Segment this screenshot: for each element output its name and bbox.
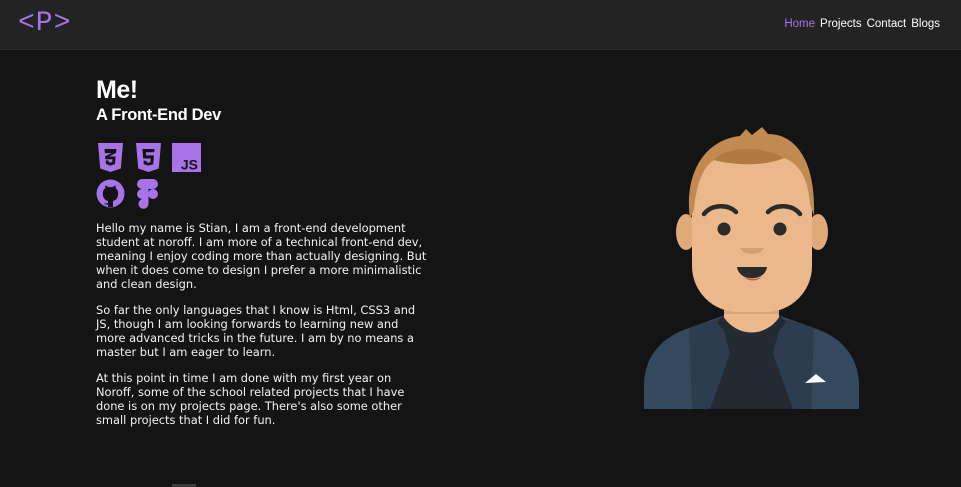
html5-icon xyxy=(134,142,163,173)
navbar: <P> Home Projects Contact Blogs xyxy=(0,0,961,50)
nav-link-blogs[interactable]: Blogs xyxy=(911,18,940,30)
bio-paragraph: Hello my name is Stian, I am a front-end… xyxy=(96,221,427,291)
svg-text:JS: JS xyxy=(181,157,198,173)
about-section: Me! A Front-End Dev JS Hello my name is … xyxy=(96,76,426,439)
css3-icon xyxy=(96,142,125,173)
nav-link-contact[interactable]: Contact xyxy=(867,18,907,30)
skill-icons: JS xyxy=(96,142,216,209)
bio-paragraph: At this point in time I am done with my … xyxy=(96,371,405,427)
site-logo[interactable]: <P> xyxy=(18,8,71,40)
bio: Hello my name is Stian, I am a front-end… xyxy=(96,221,426,427)
page-title: Me! xyxy=(96,76,138,104)
nav-link-projects[interactable]: Projects xyxy=(820,18,862,30)
figma-icon[interactable] xyxy=(134,178,163,209)
nav-link-home[interactable]: Home xyxy=(784,18,815,30)
javascript-icon: JS xyxy=(172,142,201,173)
nav-links: Home Projects Contact Blogs xyxy=(784,18,940,30)
github-icon[interactable] xyxy=(96,178,125,209)
avatar-illustration xyxy=(644,124,859,409)
page-subtitle: A Front-End Dev xyxy=(96,106,222,124)
bio-paragraph: So far the only languages that I know is… xyxy=(96,303,416,359)
